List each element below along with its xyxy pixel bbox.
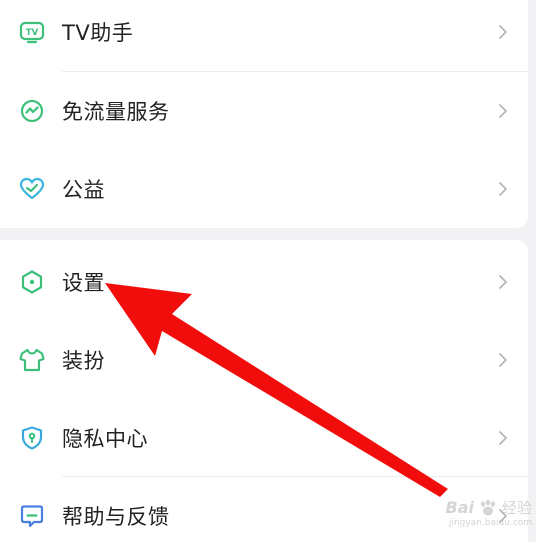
shield-icon: [18, 424, 46, 452]
chevron-right-icon: [499, 182, 507, 196]
svg-text:TV: TV: [26, 28, 39, 38]
menu-item-tv-assistant[interactable]: TV TV助手: [0, 0, 528, 71]
traffic-icon: [18, 97, 46, 125]
menu-item-label: TV助手: [62, 21, 134, 45]
menu-item-settings[interactable]: 设置: [0, 243, 528, 321]
chat-icon: [18, 502, 46, 530]
menu-item-privacy-center[interactable]: 隐私中心: [0, 399, 528, 477]
baidu-jingyan-watermark: Bai 经验 jingyan.baidu.com: [446, 497, 533, 528]
menu-item-label: 帮助与反馈: [62, 505, 170, 529]
watermark-brand: Bai: [445, 498, 474, 517]
menu-item-charity[interactable]: 公益: [0, 150, 528, 228]
menu-item-label: 隐私中心: [62, 427, 148, 451]
menu-item-label: 装扮: [62, 349, 105, 373]
tshirt-icon: [18, 346, 46, 374]
watermark-brand-cn: 经验: [501, 499, 532, 517]
chevron-right-icon: [499, 275, 507, 289]
menu-item-label: 公益: [62, 178, 105, 202]
menu-page: TV TV助手 免流量服务 公益 设置 装扮 隐私中心 帮助与反馈 Bai 经验…: [0, 0, 536, 542]
chevron-right-icon: [499, 431, 507, 445]
menu-item-label: 设置: [62, 271, 105, 295]
menu-item-dress-up[interactable]: 装扮: [0, 321, 528, 399]
chevron-right-icon: [499, 353, 507, 367]
menu-item-label: 免流量服务: [62, 100, 170, 124]
menu-card-top: TV TV助手 免流量服务 公益: [0, 0, 528, 228]
paw-icon: [480, 499, 496, 515]
menu-item-data-free-service[interactable]: 免流量服务: [0, 72, 528, 150]
chevron-right-icon: [499, 104, 507, 118]
chevron-right-icon: [499, 25, 507, 39]
settings-icon: [18, 268, 46, 296]
tv-icon: TV: [18, 18, 46, 46]
heart-icon: [18, 175, 46, 203]
watermark-url: jingyan.baidu.com: [448, 518, 532, 528]
